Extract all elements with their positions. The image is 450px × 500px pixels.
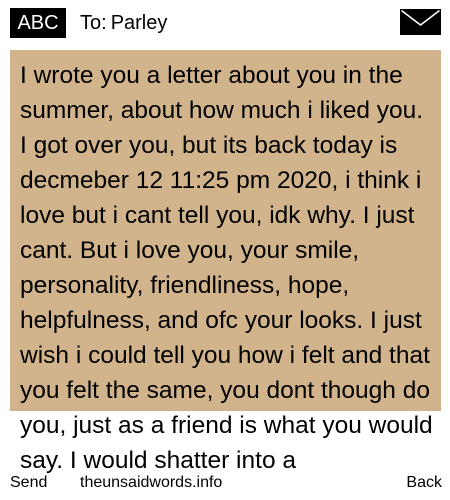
recipient-prefix: To:	[80, 12, 107, 34]
center-softkey[interactable]: theunsaidwords.info	[80, 473, 222, 493]
input-mode-badge: ABC	[10, 8, 66, 38]
back-softkey[interactable]: Back	[406, 473, 442, 493]
recipient-name: Parley	[110, 12, 168, 34]
envelope-icon	[400, 9, 441, 35]
send-softkey[interactable]: Send	[10, 473, 47, 493]
recipient-line: To: Parley	[80, 8, 167, 38]
message-text[interactable]: I wrote you a letter about you in the su…	[20, 58, 436, 478]
compose-screen: ABC To: Parley I wrote you a letter about…	[0, 0, 450, 500]
